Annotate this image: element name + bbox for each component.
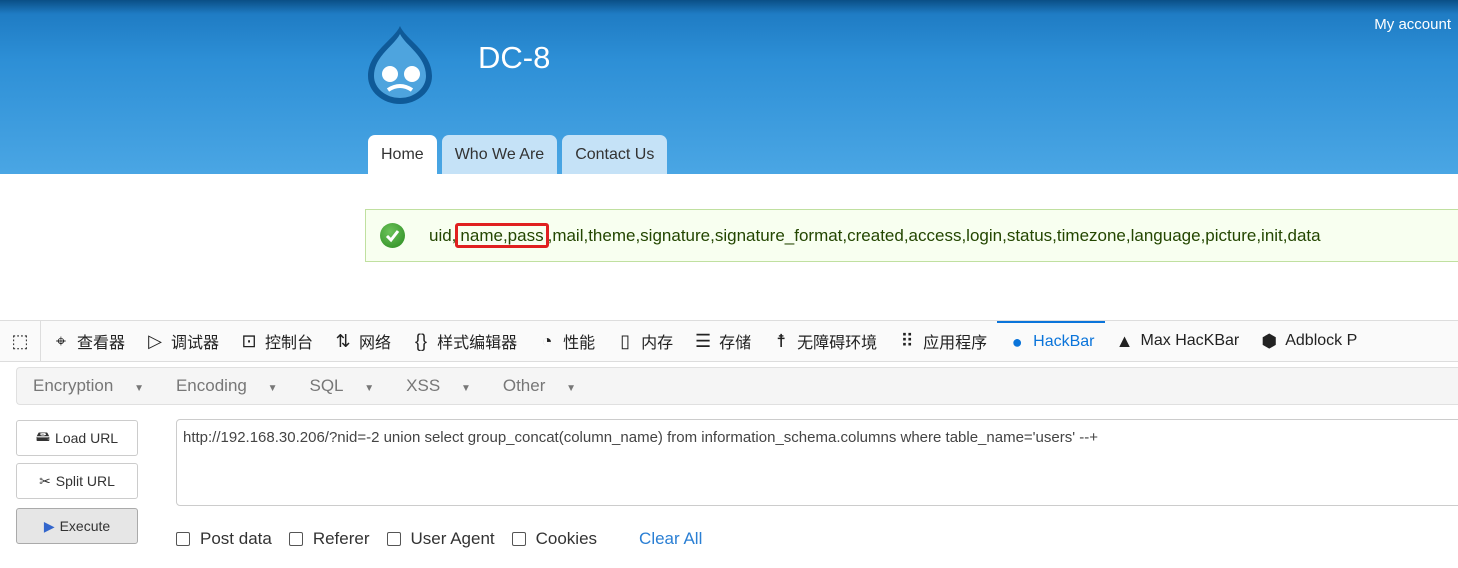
network-icon: ⇅ — [335, 330, 351, 351]
console-icon: ⊡ — [241, 330, 257, 351]
application-icon: ⠿ — [900, 330, 914, 351]
menu-sql[interactable]: SQL ▼ — [294, 376, 391, 396]
menu-label: Encoding — [175, 376, 247, 395]
execute-button[interactable]: ▶ Execute — [16, 508, 138, 544]
storage-icon: ☰ — [695, 330, 712, 351]
menu-label: XSS — [406, 376, 441, 395]
tab-contact-us[interactable]: Contact Us — [562, 135, 668, 174]
highlight-box: name,pass — [455, 223, 549, 248]
devtools-tab-label: 存储 — [719, 335, 752, 352]
adblock-icon: ⬢ — [1261, 330, 1278, 351]
split-url-button[interactable]: ✂ Split URL — [16, 463, 138, 499]
devtools-tab-application[interactable]: ⠿ 应用程序 — [887, 321, 997, 361]
check-icon — [380, 223, 405, 248]
caret-down-icon: ▼ — [267, 383, 278, 394]
devtools-tab-label: 性能 — [563, 335, 596, 352]
message-before: uid, — [429, 226, 457, 245]
debugger-icon: ▷ — [148, 330, 162, 351]
checkbox-cookies[interactable]: Cookies — [511, 529, 598, 549]
devtools-tab-label: 应用程序 — [923, 335, 988, 352]
checkbox-user-agent[interactable]: User Agent — [386, 529, 495, 549]
devtools-tab-debugger[interactable]: ▷ 调试器 — [135, 321, 229, 361]
menu-xss[interactable]: XSS ▼ — [390, 376, 487, 396]
devtools-toolbar: ⬚ ⌖ 查看器 ▷ 调试器 ⊡ 控制台 ⇅ 网络 {} 样式编辑器 ◔ 性能 ▯ 内存 ☰ 存储 ☨ 无障碍环境 ⠿… — [0, 320, 1458, 362]
checkbox-label: Referer — [312, 529, 370, 548]
devtools-tab-storage[interactable]: ☰ 存储 — [683, 321, 761, 361]
scissors-icon: ✂ — [39, 472, 51, 489]
tab-who-we-are[interactable]: Who We Are — [441, 135, 558, 174]
memory-icon: ▯ — [620, 330, 631, 351]
checkbox-label: User Agent — [410, 529, 495, 548]
pick-element-icon: ⬚ — [11, 330, 29, 351]
primary-tabs: Home Who We Are Contact Us — [368, 135, 668, 174]
inspector-icon: ⌖ — [55, 330, 67, 351]
caret-down-icon: ▼ — [364, 383, 375, 394]
devtools-tab-label: 内存 — [641, 335, 674, 352]
devtools-tab-console[interactable]: ⊡ 控制台 — [229, 321, 323, 361]
message-after: ,mail,theme,signature,signature_format,c… — [547, 226, 1321, 245]
caret-down-icon: ▼ — [460, 383, 471, 394]
devtools-tab-inspector[interactable]: ⌖ 查看器 — [41, 321, 135, 361]
devtools-tab-label: 样式编辑器 — [437, 335, 518, 352]
caret-down-icon: ▼ — [566, 383, 577, 394]
message-text: uid, name,pass ,mail,theme,signature,signa… — [429, 223, 1321, 248]
menu-encryption[interactable]: Encryption ▼ — [17, 376, 160, 396]
load-url-button[interactable]: 🖴 Load URL — [16, 420, 138, 456]
devtools-tab-label: 查看器 — [77, 335, 126, 352]
devtools-tab-label: 网络 — [359, 335, 392, 352]
load-url-icon: 🖴 — [35, 428, 51, 444]
devtools-tab-network[interactable]: ⇅ 网络 — [323, 321, 401, 361]
clear-all-link[interactable]: Clear All — [639, 529, 702, 549]
menu-label: Encryption — [33, 376, 114, 395]
devtools-tab-label: 调试器 — [171, 335, 220, 352]
checkbox-box[interactable] — [511, 532, 526, 546]
devtools-tab-adblock[interactable]: ⬢ Adblock P — [1249, 321, 1367, 361]
devtools-tab-accessibility[interactable]: ☨ 无障碍环境 — [761, 321, 887, 361]
menu-label: Other — [502, 376, 546, 395]
drupal-logo-icon[interactable] — [362, 24, 438, 106]
checkbox-box[interactable] — [386, 532, 401, 546]
hackbar-options: Post data Referer User Agent Cookies Clear A… — [176, 529, 702, 549]
menu-other[interactable]: Other ▼ — [487, 376, 592, 396]
devtools-tab-hackbar[interactable]: ● HackBar — [997, 321, 1105, 361]
devtools-tab-label: 无障碍环境 — [797, 335, 878, 352]
status-message: uid, name,pass ,mail,theme,signature,signa… — [365, 209, 1458, 262]
url-input[interactable]: http://192.168.30.206/?nid=-2 union sele… — [176, 419, 1458, 506]
checkbox-label: Cookies — [535, 529, 598, 548]
style-editor-icon: {} — [415, 330, 428, 351]
site-header: My account DC-8 Home Who We Are Contact … — [0, 0, 1458, 174]
devtools-tab-label: Max HacKBar — [1140, 332, 1240, 349]
checkbox-box[interactable] — [288, 532, 303, 546]
play-icon: ▶ — [43, 517, 55, 534]
execute-label: Execute — [59, 518, 111, 534]
devtools-tab-label: Adblock P — [1285, 332, 1358, 349]
tab-home[interactable]: Home — [368, 135, 437, 174]
devtools-tab-label: HackBar — [1033, 333, 1095, 350]
devtools-tab-label: 控制台 — [265, 335, 314, 352]
devtools-tab-memory[interactable]: ▯ 内存 — [605, 321, 683, 361]
accessibility-icon: ☨ — [776, 330, 787, 351]
checkbox-box[interactable] — [176, 532, 190, 546]
menu-encoding[interactable]: Encoding ▼ — [160, 376, 294, 396]
menu-label: SQL — [309, 376, 344, 395]
split-url-label: Split URL — [55, 473, 115, 489]
site-name[interactable]: DC-8 — [478, 40, 550, 76]
load-url-label: Load URL — [55, 430, 119, 446]
checkbox-referer[interactable]: Referer — [288, 529, 370, 549]
my-account-link[interactable]: My account — [1374, 16, 1451, 33]
checkbox-label: Post data — [200, 529, 272, 548]
hackbar-menu: Encryption ▼ Encoding ▼ SQL ▼ XSS ▼ Other ▼ — [16, 367, 1458, 405]
performance-icon: ◔ — [541, 330, 553, 351]
hackbar-icon: ● — [1011, 331, 1023, 352]
devtools-tab-max-hackbar[interactable]: ▲ Max HacKBar — [1105, 321, 1250, 361]
element-picker-button[interactable]: ⬚ — [0, 321, 41, 361]
devtools-tab-performance[interactable]: ◔ 性能 — [527, 321, 605, 361]
caret-down-icon: ▼ — [134, 383, 144, 394]
max-hackbar-icon: ▲ — [1115, 330, 1134, 351]
checkbox-post-data[interactable]: Post data — [176, 529, 272, 549]
devtools-tab-style-editor[interactable]: {} 样式编辑器 — [401, 321, 527, 361]
